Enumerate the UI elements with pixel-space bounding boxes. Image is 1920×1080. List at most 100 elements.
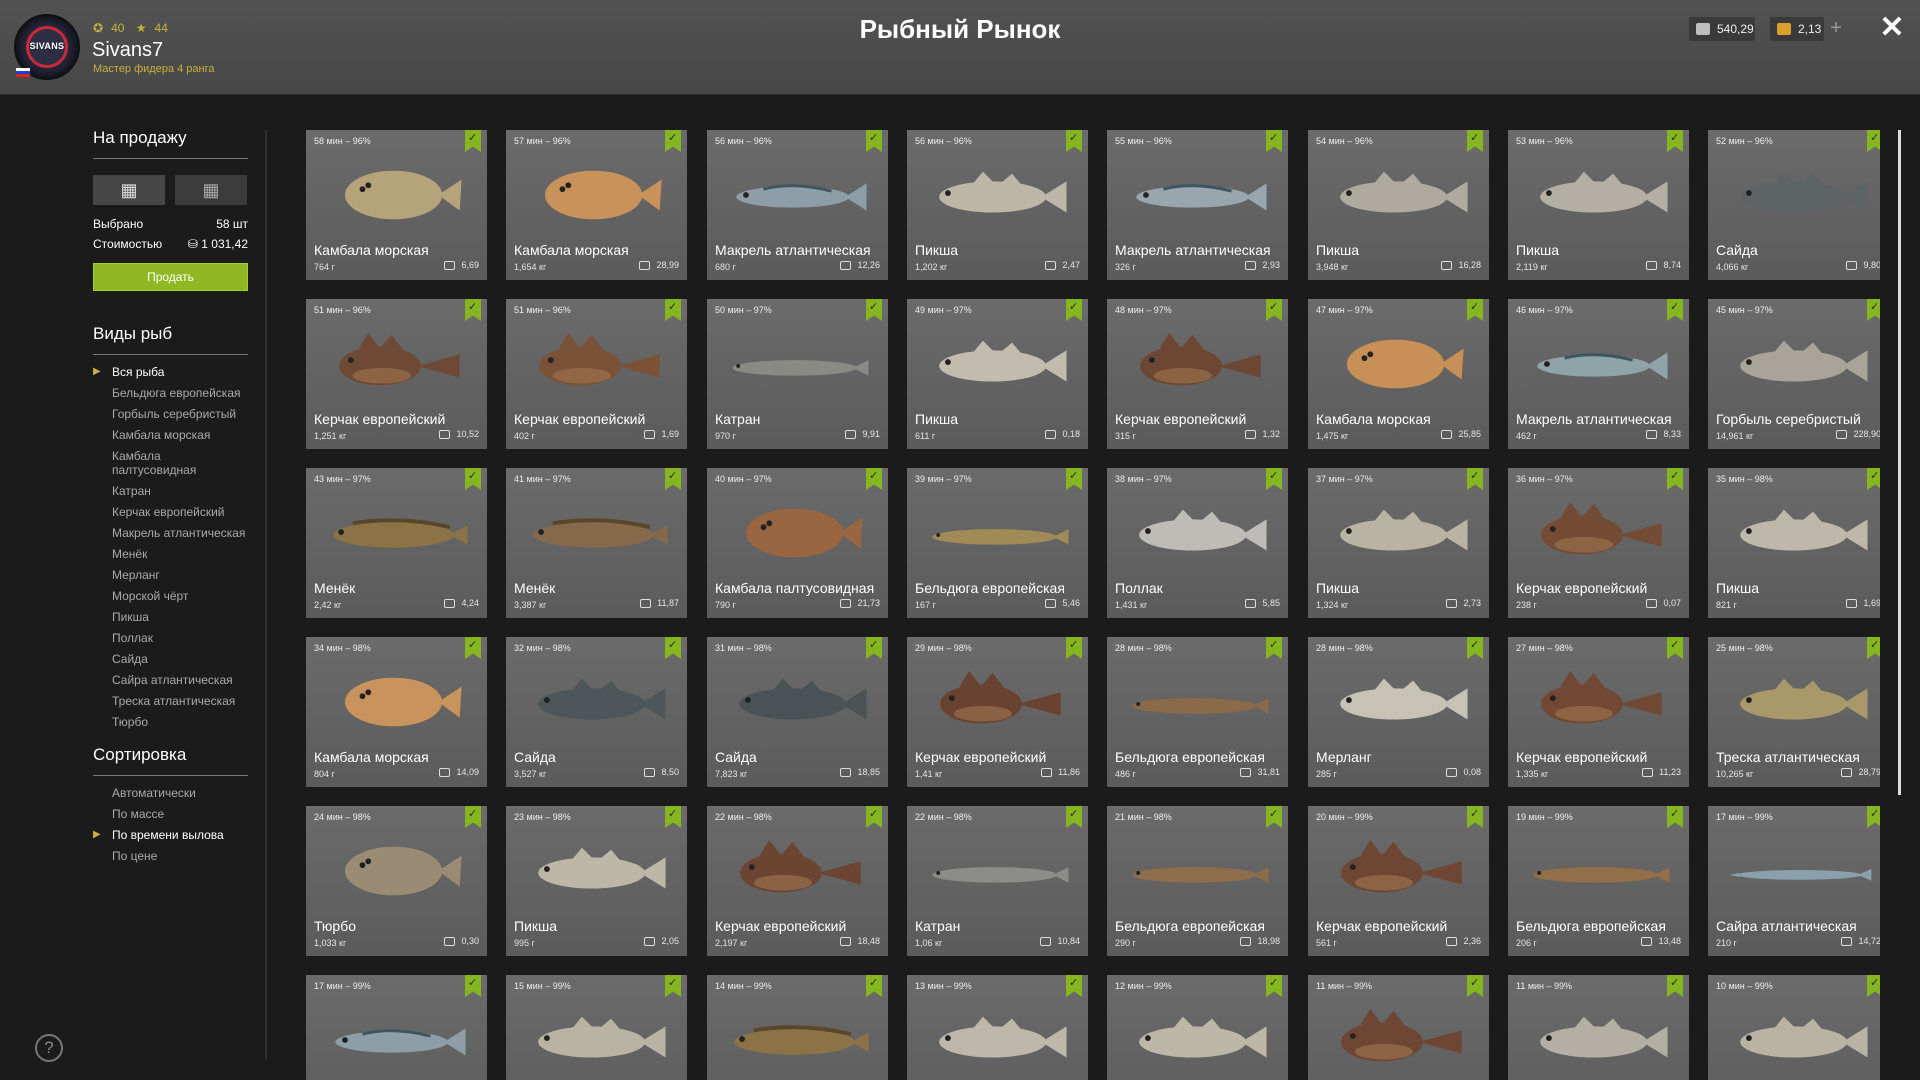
fish-card[interactable]: 29 мин – 98% Керчак европейский 1,41 кг 11,… (907, 637, 1088, 787)
fish-card[interactable]: 13 мин – 99% (907, 975, 1088, 1080)
fish-card[interactable]: 17 мин – 99% Сайра атлантическая 210 г 14,7… (1708, 806, 1880, 956)
add-currency-button[interactable]: + (1824, 17, 1848, 41)
selected-bookmark-icon[interactable] (665, 806, 681, 828)
fish-card[interactable]: 25 мин – 98% Треска атлантическая 10,265 к… (1708, 637, 1880, 787)
selected-bookmark-icon[interactable] (1066, 637, 1082, 659)
sort-option-2[interactable]: По времени вылова (93, 828, 248, 842)
fish-card[interactable]: 49 мин – 97% Пикша 611 г 0,18 (907, 299, 1088, 449)
selected-bookmark-icon[interactable] (1266, 468, 1282, 490)
fish-card[interactable]: 39 мин – 97% Бельдюга европейская 167 г 5,4… (907, 468, 1088, 618)
selected-bookmark-icon[interactable] (1667, 975, 1683, 997)
species-filter-item-3[interactable]: Камбала морская (93, 428, 248, 442)
species-filter-item-6[interactable]: Керчак европейский (93, 505, 248, 519)
species-filter-item-16[interactable]: Тюрбо (93, 715, 248, 729)
fish-card[interactable]: 51 мин – 96% Керчак европейский 402 г 1,69 (506, 299, 687, 449)
selected-bookmark-icon[interactable] (1266, 637, 1282, 659)
fish-card[interactable]: 22 мин – 98% Керчак европейский 2,197 кг 18… (707, 806, 888, 956)
fish-card[interactable]: 19 мин – 99% Бельдюга европейская 206 г 13,… (1508, 806, 1689, 956)
fish-card[interactable]: 47 мин – 97% Камбала морская 1,475 кг 25,85 (1308, 299, 1489, 449)
fish-card[interactable]: 46 мин – 97% Макрель атлантическая 462 г 8,… (1508, 299, 1689, 449)
species-filter-item-12[interactable]: Поллак (93, 631, 248, 645)
species-filter-item-13[interactable]: Сайда (93, 652, 248, 666)
species-filter-item-8[interactable]: Менёк (93, 547, 248, 561)
fish-card[interactable]: 34 мин – 98% Камбала морская 804 г 14,09 (306, 637, 487, 787)
species-filter-item-2[interactable]: Горбыль серебристый (93, 407, 248, 421)
selected-bookmark-icon[interactable] (866, 637, 882, 659)
selected-bookmark-icon[interactable] (1867, 975, 1880, 997)
selected-bookmark-icon[interactable] (1867, 130, 1880, 152)
fish-card[interactable]: 40 мин – 97% Камбала палтусовидная 790 г 21… (707, 468, 888, 618)
species-filter-item-9[interactable]: Мерланг (93, 568, 248, 582)
scrollbar[interactable] (1898, 130, 1901, 795)
fish-card[interactable]: 21 мин – 98% Бельдюга европейская 290 г 18,… (1107, 806, 1288, 956)
fish-card[interactable]: 28 мин – 98% Мерланг 285 г 0,08 (1308, 637, 1489, 787)
selected-bookmark-icon[interactable] (1066, 975, 1082, 997)
selected-bookmark-icon[interactable] (1867, 806, 1880, 828)
selected-bookmark-icon[interactable] (1066, 468, 1082, 490)
sell-button[interactable]: Продать (93, 263, 248, 291)
fish-card[interactable]: 57 мин – 96% Камбала морская 1,654 кг 28,99 (506, 130, 687, 280)
selected-bookmark-icon[interactable] (465, 806, 481, 828)
selected-bookmark-icon[interactable] (1867, 299, 1880, 321)
fish-card[interactable]: 43 мин – 97% Менёк 2,42 кг 4,24 (306, 468, 487, 618)
help-button[interactable]: ? (35, 1034, 63, 1062)
fish-card[interactable]: 22 мин – 98% Катран 1,06 кг 10,84 (907, 806, 1088, 956)
selected-bookmark-icon[interactable] (665, 468, 681, 490)
selected-bookmark-icon[interactable] (1467, 299, 1483, 321)
species-filter-item-1[interactable]: Бельдюга европейская (93, 386, 248, 400)
sort-option-0[interactable]: Автоматически (93, 786, 248, 800)
selected-bookmark-icon[interactable] (1467, 637, 1483, 659)
selected-bookmark-icon[interactable] (1467, 468, 1483, 490)
selected-bookmark-icon[interactable] (866, 806, 882, 828)
fish-card[interactable]: 24 мин – 98% Тюрбо 1,033 кг 0,30 (306, 806, 487, 956)
selected-bookmark-icon[interactable] (1266, 975, 1282, 997)
species-filter-item-0[interactable]: Вся рыба (93, 365, 248, 379)
selected-bookmark-icon[interactable] (1667, 806, 1683, 828)
fish-card[interactable]: 28 мин – 98% Бельдюга европейская 486 г 31,… (1107, 637, 1288, 787)
fish-card[interactable]: 15 мин – 99% (506, 975, 687, 1080)
selected-bookmark-icon[interactable] (866, 975, 882, 997)
selected-bookmark-icon[interactable] (465, 299, 481, 321)
sort-option-3[interactable]: По цене (93, 849, 248, 863)
fish-card[interactable]: 41 мин – 97% Менёк 3,387 кг 11,87 (506, 468, 687, 618)
selected-bookmark-icon[interactable] (1266, 130, 1282, 152)
selected-bookmark-icon[interactable] (1467, 975, 1483, 997)
selected-bookmark-icon[interactable] (866, 130, 882, 152)
species-filter-item-11[interactable]: Пикша (93, 610, 248, 624)
selected-bookmark-icon[interactable] (1667, 130, 1683, 152)
selected-bookmark-icon[interactable] (465, 130, 481, 152)
selected-bookmark-icon[interactable] (1667, 468, 1683, 490)
selected-bookmark-icon[interactable] (665, 637, 681, 659)
selected-bookmark-icon[interactable] (465, 468, 481, 490)
species-filter-item-10[interactable]: Морской чёрт (93, 589, 248, 603)
fish-card[interactable]: 56 мин – 96% Макрель атлантическая 680 г 12… (707, 130, 888, 280)
selected-bookmark-icon[interactable] (1467, 806, 1483, 828)
selected-bookmark-icon[interactable] (1667, 637, 1683, 659)
fish-card[interactable]: 51 мин – 96% Керчак европейский 1,251 кг 10… (306, 299, 487, 449)
selected-bookmark-icon[interactable] (1066, 130, 1082, 152)
fish-card[interactable]: 48 мин – 97% Керчак европейский 315 г 1,32 (1107, 299, 1288, 449)
selected-bookmark-icon[interactable] (1467, 130, 1483, 152)
species-filter-item-7[interactable]: Макрель атлантическая (93, 526, 248, 540)
fish-card[interactable]: 14 мин – 99% (707, 975, 888, 1080)
fish-card[interactable]: 11 мин – 99% (1508, 975, 1689, 1080)
fish-card[interactable]: 55 мин – 96% Макрель атлантическая 326 г 2,… (1107, 130, 1288, 280)
fish-card[interactable]: 56 мин – 96% Пикша 1,202 кг 2,47 (907, 130, 1088, 280)
large-grid-view-button[interactable]: ▦ (93, 175, 165, 205)
fish-card[interactable]: 54 мин – 96% Пикша 3,948 кг 16,28 (1308, 130, 1489, 280)
fish-card[interactable]: 17 мин – 99% (306, 975, 487, 1080)
fish-card[interactable]: 27 мин – 98% Керчак европейский 1,335 кг 11… (1508, 637, 1689, 787)
species-filter-item-15[interactable]: Треска атлантическая (93, 694, 248, 708)
selected-bookmark-icon[interactable] (665, 299, 681, 321)
fish-card[interactable]: 35 мин – 98% Пикша 821 г 1,69 (1708, 468, 1880, 618)
selected-bookmark-icon[interactable] (1066, 299, 1082, 321)
selected-bookmark-icon[interactable] (1867, 637, 1880, 659)
selected-bookmark-icon[interactable] (665, 130, 681, 152)
sort-option-1[interactable]: По массе (93, 807, 248, 821)
fish-card[interactable]: 53 мин – 96% Пикша 2,119 кг 8,74 (1508, 130, 1689, 280)
fish-card[interactable]: 36 мин – 97% Керчак европейский 238 г 0,07 (1508, 468, 1689, 618)
small-grid-view-button[interactable]: ▦ (175, 175, 247, 205)
selected-bookmark-icon[interactable] (1266, 299, 1282, 321)
fish-card[interactable]: 45 мин – 97% Горбыль серебристый 14,961 кг… (1708, 299, 1880, 449)
selected-bookmark-icon[interactable] (465, 637, 481, 659)
